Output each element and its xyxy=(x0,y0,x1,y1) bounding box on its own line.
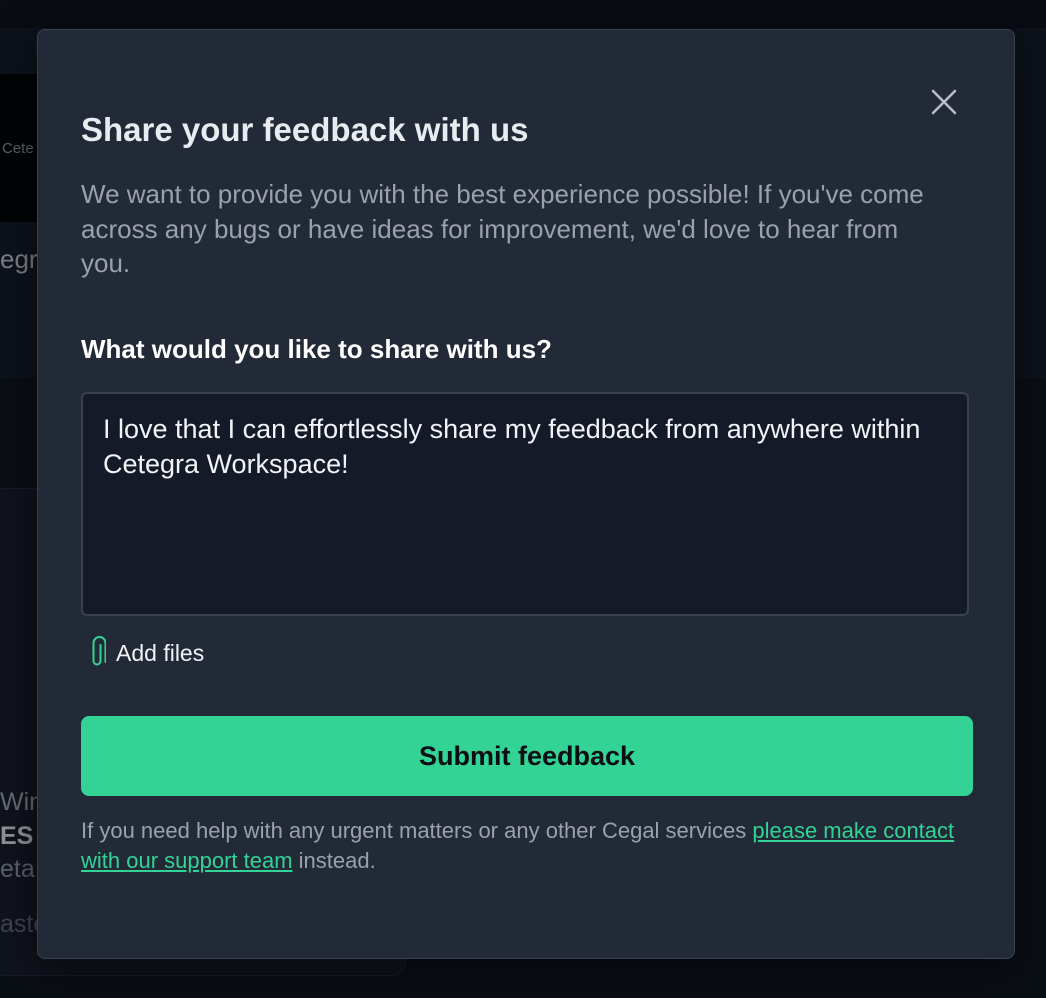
footer-text-after: instead. xyxy=(292,847,376,873)
feedback-question-label: What would you like to share with us? xyxy=(81,334,552,364)
close-button[interactable] xyxy=(927,85,961,119)
modal-title: Share your feedback with us xyxy=(81,111,529,148)
footer-note: If you need help with any urgent matters… xyxy=(81,816,961,875)
footer-text-before: If you need help with any urgent matters… xyxy=(81,818,753,843)
paperclip-icon xyxy=(92,636,106,666)
close-icon xyxy=(931,89,957,115)
modal-description: We want to provide you with the best exp… xyxy=(81,179,924,278)
feedback-textarea[interactable]: I love that I can effortlessly share my … xyxy=(81,392,969,616)
add-files-button[interactable]: Add files xyxy=(88,636,204,670)
add-files-label: Add files xyxy=(116,639,205,666)
submit-feedback-button[interactable]: Submit feedback xyxy=(81,716,973,796)
feedback-modal: Share your feedback with us We want to p… xyxy=(37,29,1015,959)
